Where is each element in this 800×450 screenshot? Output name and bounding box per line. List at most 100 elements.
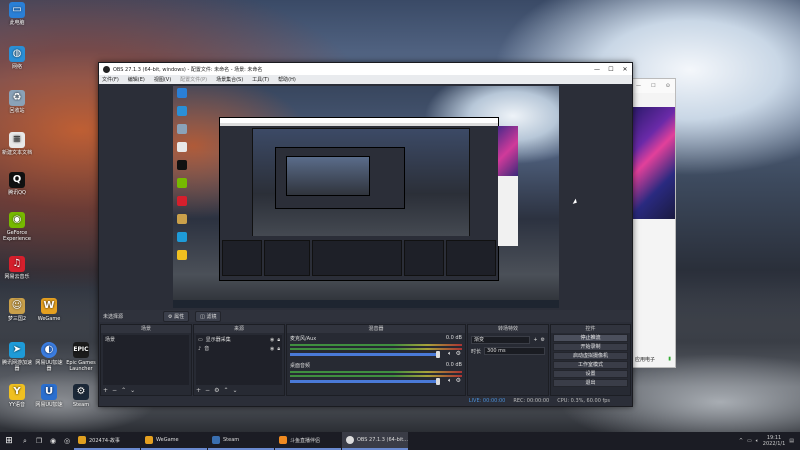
source-item[interactable]: ♪ 音 ◉ 🔒︎ [196,344,282,353]
properties-button[interactable]: ⚙ 属性 [163,310,190,322]
start-recording-button[interactable]: 开始录制 [553,343,628,351]
menu-tools[interactable]: 工具(T) [252,76,269,83]
gear-icon[interactable]: ⚙ [214,387,219,394]
scenes-dock-title: 场景 [101,325,191,333]
volume-slider[interactable] [290,351,440,358]
move-down-icon[interactable]: ⌄ [130,387,135,394]
maximize-button[interactable]: ☐ [604,66,618,73]
menu-help[interactable]: 帮助(H) [278,76,296,83]
lock-icon[interactable]: 🔒︎ [277,346,280,352]
taskbar-app[interactable]: 202474-故事 [74,432,140,450]
desktop-icon-uu[interactable]: U 网易UU加速 [34,384,64,408]
uu-icon: U [41,384,57,400]
rec-status: REC: 00:00:00 [513,398,550,404]
transition-select[interactable]: 渐变 [471,336,531,344]
maximize-icon[interactable]: ☐ [651,83,655,89]
pin-icon[interactable]: ⊙ [666,83,670,89]
audio-mixer-dock: 混音器 麦克风/Aux 0.0 dB 🔈︎ ⚙ 桌面音频 0.0 dB 🔈︎ ⚙ [286,324,466,396]
remove-source-button[interactable]: − [205,387,210,394]
add-source-button[interactable]: + [196,387,201,394]
minimize-icon[interactable]: — [636,83,641,89]
settings-button[interactable]: 设置 [553,370,628,378]
desktop-icon-yy[interactable]: Y YY语音 [2,384,32,408]
scene-item[interactable]: 场景 [103,335,189,344]
menu-view[interactable]: 视图(V) [154,76,171,83]
speaker-icon[interactable]: 🔈︎ [448,377,452,385]
search-icon[interactable]: ⌕ [18,432,32,450]
desktop-icon-geforce[interactable]: ◉ GeForce Experience [2,212,32,242]
visibility-icon[interactable]: ◉ [270,337,274,343]
preview-obs-window [219,117,518,281]
desktop-icon-qq[interactable]: Q 腾讯QQ [2,172,32,196]
taskbar-app[interactable]: WeGame [141,432,207,450]
taskbar-app[interactable]: 斗鱼直播伴侣 [275,432,341,450]
speaker-icon[interactable]: 🔈︎ [448,350,452,358]
notification-icon[interactable]: ▤ [789,438,794,444]
side-app-window[interactable]: — ☐ ⊙ 应用电子 ▮ [630,78,676,368]
scenes-dock: 场景 场景 + − ⌃ ⌄ [100,324,192,396]
gear-icon[interactable]: ⚙ [456,377,461,385]
obs-logo-icon [103,65,110,73]
remove-scene-button[interactable]: − [112,387,117,394]
menu-edit[interactable]: 编辑(E) [128,76,145,83]
add-transition-button[interactable]: + [533,337,537,343]
preview-canvas[interactable] [173,86,559,308]
taskbar-app-obs[interactable]: OBS 27.1.3 (64-bit... [342,432,408,450]
desktop-icon-text-file[interactable]: ≡ 新建文本文档 [2,132,32,156]
close-button[interactable]: ✕ [618,66,632,73]
visibility-icon[interactable]: ◉ [270,346,274,352]
network-tray-icon[interactable]: ▭ [747,438,752,444]
minimize-button[interactable]: — [590,66,604,73]
desktop-icon-netease-music[interactable]: ♫ 网易云音乐 [2,256,32,280]
sources-dock: 来源 ▭ 显示器采集 ◉ 🔒︎ ♪ 音 ◉ 🔒︎ + − ⚙ ⌃ ⌄ [193,324,285,396]
preview-nested-canvas [252,128,470,238]
lock-icon[interactable]: 🔒︎ [277,337,280,343]
mixer-track-desktop: 桌面音频 0.0 dB 🔈︎ ⚙ [290,362,462,385]
add-scene-button[interactable]: + [103,387,108,394]
volume-meter [290,371,462,373]
studio-mode-button[interactable]: 工作室模式 [553,361,628,369]
obs-window[interactable]: OBS 27.1.3 (64-bit, windows) - 配置文件: 未命名… [98,62,633,407]
controls-dock: 控件 停止推流 开始录制 启动虚拟摄像机 工作室模式 设置 退出 [550,324,631,396]
move-up-icon[interactable]: ⌃ [121,387,126,394]
desktop-icon-epic[interactable]: EPIC Epic Games Launcher [66,342,96,372]
preview-desktop-icons [175,88,189,268]
duration-label: 时长 [471,348,482,355]
source-item[interactable]: ▭ 显示器采集 ◉ 🔒︎ [196,335,282,344]
chevron-up-icon[interactable]: ^ [739,438,743,444]
desktop-icon-computer[interactable]: ▭ 此电脑 [2,2,32,26]
transitions-dock-title: 转场特效 [468,325,548,333]
qq-icon: Q [9,172,25,188]
start-virtual-camera-button[interactable]: 启动虚拟摄像机 [553,352,628,360]
move-up-icon[interactable]: ⌃ [223,387,228,394]
desktop-icon-recycle-bin[interactable]: ♻ 回收站 [2,90,32,114]
exit-button[interactable]: 退出 [553,379,628,387]
menu-scene-collection[interactable]: 场景集合(S) [216,76,243,83]
steam-pin-icon[interactable]: ◉ [46,432,60,450]
desktop-icon-uu-accelerator[interactable]: ◐ 网易UU加速器 [34,342,64,372]
volume-meter [290,344,462,346]
windows-start-icon[interactable]: ⊞ [0,432,18,450]
gear-icon[interactable]: ⚙ [456,350,461,358]
duration-input[interactable]: 300 ms [484,347,545,355]
desktop-icon-wegame[interactable]: W WeGame [34,298,64,322]
desktop-icon-tencent-accelerator[interactable]: ➤ 腾讯网游加速器 [2,342,32,372]
menu-file[interactable]: 文件(F) [102,76,119,83]
obs-title-bar[interactable]: OBS 27.1.3 (64-bit, windows) - 配置文件: 未命名… [99,63,632,75]
gear-icon[interactable]: ⚙ [541,337,545,343]
stop-streaming-button[interactable]: 停止推流 [553,334,628,342]
taskbar-app[interactable]: Steam [208,432,274,450]
side-window-footer: 应用电子 ▮ [635,356,671,363]
move-down-icon[interactable]: ⌄ [232,387,237,394]
volume-slider[interactable] [290,378,440,385]
volume-tray-icon[interactable]: 🔈︎ [756,438,759,444]
clock[interactable]: 19:11 2022/1/1 [763,435,785,447]
task-view-icon[interactable]: ❐ [32,432,46,450]
wegame-icon [145,436,153,444]
desktop-icon-steam[interactable]: ⚙ Steam [66,384,96,408]
desktop-icon-network[interactable]: ◍ 网络 [2,46,32,70]
filters-button[interactable]: ◫ 滤镜 [195,310,222,322]
desktop-icon-game[interactable]: ☺ 梦三国2 [2,298,32,322]
menu-profile[interactable]: 配置文件(P) [180,76,207,83]
uu-pin-icon[interactable]: ◎ [60,432,74,450]
